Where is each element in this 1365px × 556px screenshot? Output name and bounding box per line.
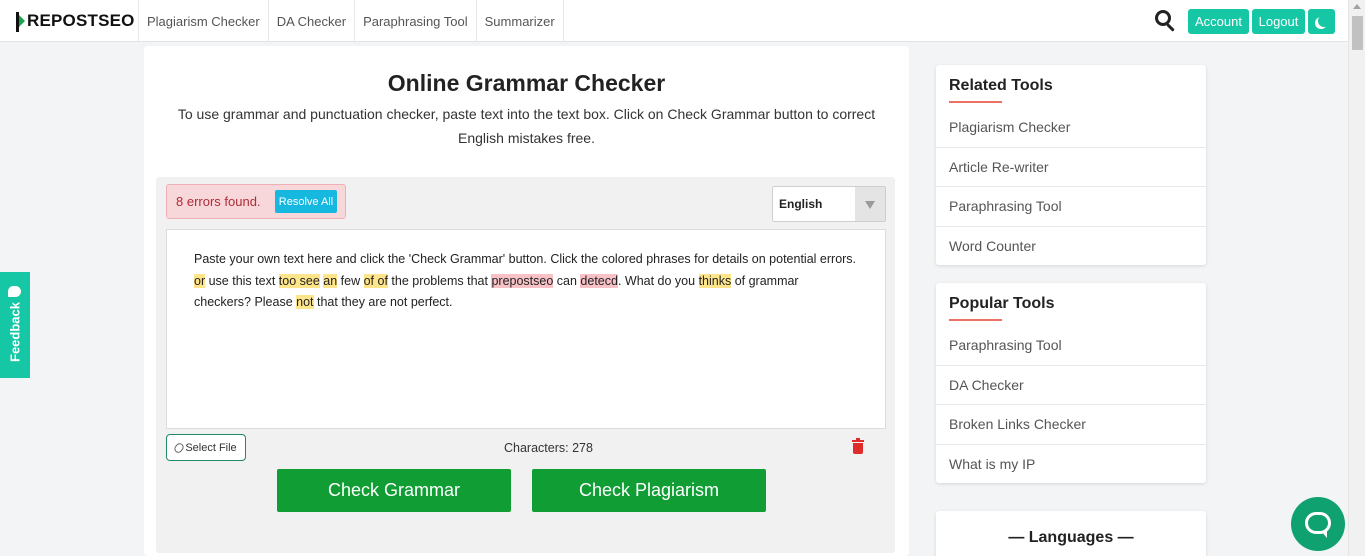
language-select[interactable]: English	[772, 186, 886, 222]
paperclip-icon	[173, 441, 186, 454]
check-plagiarism-button[interactable]: Check Plagiarism	[532, 469, 766, 512]
title-underline	[949, 101, 1002, 103]
main-nav: Plagiarism Checker DA Checker Paraphrasi…	[138, 0, 564, 42]
editor-text: Paste your own text here and click the '…	[194, 252, 857, 266]
languages-card: — Languages —	[936, 511, 1206, 556]
popular-item-broken-links-checker[interactable]: Broken Links Checker	[936, 404, 1206, 444]
trash-icon[interactable]	[852, 438, 864, 454]
related-item-plagiarism-checker[interactable]: Plagiarism Checker	[936, 107, 1206, 147]
feedback-tab[interactable]: Feedback	[0, 272, 30, 378]
grammar-suggestion[interactable]: not	[296, 295, 314, 309]
top-navbar: REPOSTSEO Plagiarism Checker DA Checker …	[0, 0, 1365, 42]
grammar-suggestion[interactable]: or	[194, 273, 206, 288]
title-underline	[949, 319, 1002, 321]
grammar-suggestion[interactable]: thinks	[698, 273, 732, 288]
logo-icon	[16, 10, 26, 32]
grammar-suggestion[interactable]: an	[323, 273, 338, 288]
text-editor[interactable]: Paste your own text here and click the '…	[166, 229, 886, 429]
popular-item-da-checker[interactable]: DA Checker	[936, 364, 1206, 405]
languages-title: — Languages —	[1008, 529, 1134, 546]
logout-button[interactable]: Logout	[1252, 9, 1305, 34]
feedback-label: Feedback	[7, 302, 23, 362]
scroll-up-arrow-icon[interactable]	[1353, 4, 1361, 9]
editor-text: can	[553, 273, 581, 288]
editor-text: few	[337, 273, 364, 288]
chevron-down-icon[interactable]	[855, 187, 885, 221]
editor-text: use this text	[205, 273, 279, 288]
grammar-suggestion[interactable]: of of	[363, 273, 388, 288]
character-count: Characters: 278	[504, 441, 593, 455]
page-title: Online Grammar Checker	[387, 70, 666, 96]
editor-text: the problems that	[387, 273, 492, 288]
search-icon[interactable]	[1154, 9, 1178, 33]
popular-tools-list: Paraphrasing Tool DA Checker Broken Link…	[936, 325, 1206, 483]
grammar-suggestion[interactable]: too see	[278, 273, 320, 288]
spelling-error[interactable]: prepostseo	[491, 273, 554, 288]
errors-alert: 8 errors found. Resolve All	[166, 184, 346, 219]
editor-panel: 8 errors found. Resolve All English Past…	[156, 177, 895, 553]
popular-item-paraphrasing-tool[interactable]: Paraphrasing Tool	[936, 325, 1206, 365]
popular-item-what-is-my-ip[interactable]: What is my IP	[936, 443, 1206, 484]
account-button[interactable]: Account	[1188, 9, 1249, 34]
logo-text: REPOSTSEO	[27, 11, 135, 30]
spelling-error[interactable]: detecd	[580, 273, 618, 288]
related-tools-list: Plagiarism Checker Article Re-writer Par…	[936, 107, 1206, 265]
related-tools-card: Related Tools Plagiarism Checker Article…	[936, 65, 1206, 265]
moon-icon	[1318, 15, 1330, 27]
feedback-icon	[8, 286, 21, 297]
related-item-word-counter[interactable]: Word Counter	[936, 225, 1206, 266]
resolve-all-button[interactable]: Resolve All	[275, 190, 337, 213]
grammar-checker-card: Online Grammar Checker To use grammar an…	[144, 46, 909, 556]
nav-plagiarism-checker[interactable]: Plagiarism Checker	[138, 0, 268, 42]
related-item-paraphrasing-tool[interactable]: Paraphrasing Tool	[936, 186, 1206, 226]
chat-widget-button[interactable]	[1291, 497, 1345, 551]
popular-tools-title: Popular Tools	[949, 295, 1055, 312]
scrollbar-thumb[interactable]	[1352, 16, 1363, 50]
nav-summarizer[interactable]: Summarizer	[475, 0, 564, 42]
nav-da-checker[interactable]: DA Checker	[267, 0, 354, 42]
page-scrollbar[interactable]	[1348, 0, 1365, 556]
site-logo[interactable]: REPOSTSEO	[16, 8, 135, 34]
select-file-label: Select File	[185, 441, 237, 454]
check-grammar-button[interactable]: Check Grammar	[277, 469, 511, 512]
errors-count: 8 errors found.	[176, 194, 261, 209]
dark-mode-toggle[interactable]	[1308, 9, 1335, 34]
related-item-article-rewriter[interactable]: Article Re-writer	[936, 146, 1206, 187]
related-tools-title: Related Tools	[949, 77, 1053, 94]
nav-paraphrasing-tool[interactable]: Paraphrasing Tool	[354, 0, 476, 42]
chat-icon	[1305, 512, 1331, 534]
select-file-button[interactable]: Select File	[166, 434, 246, 461]
editor-text: that they are not perfect.	[313, 295, 453, 309]
language-select-value: English	[779, 197, 823, 211]
page-subtitle: To use grammar and punctuation checker, …	[177, 106, 876, 146]
popular-tools-card: Popular Tools Paraphrasing Tool DA Check…	[936, 283, 1206, 483]
editor-text: . What do you	[617, 273, 699, 288]
